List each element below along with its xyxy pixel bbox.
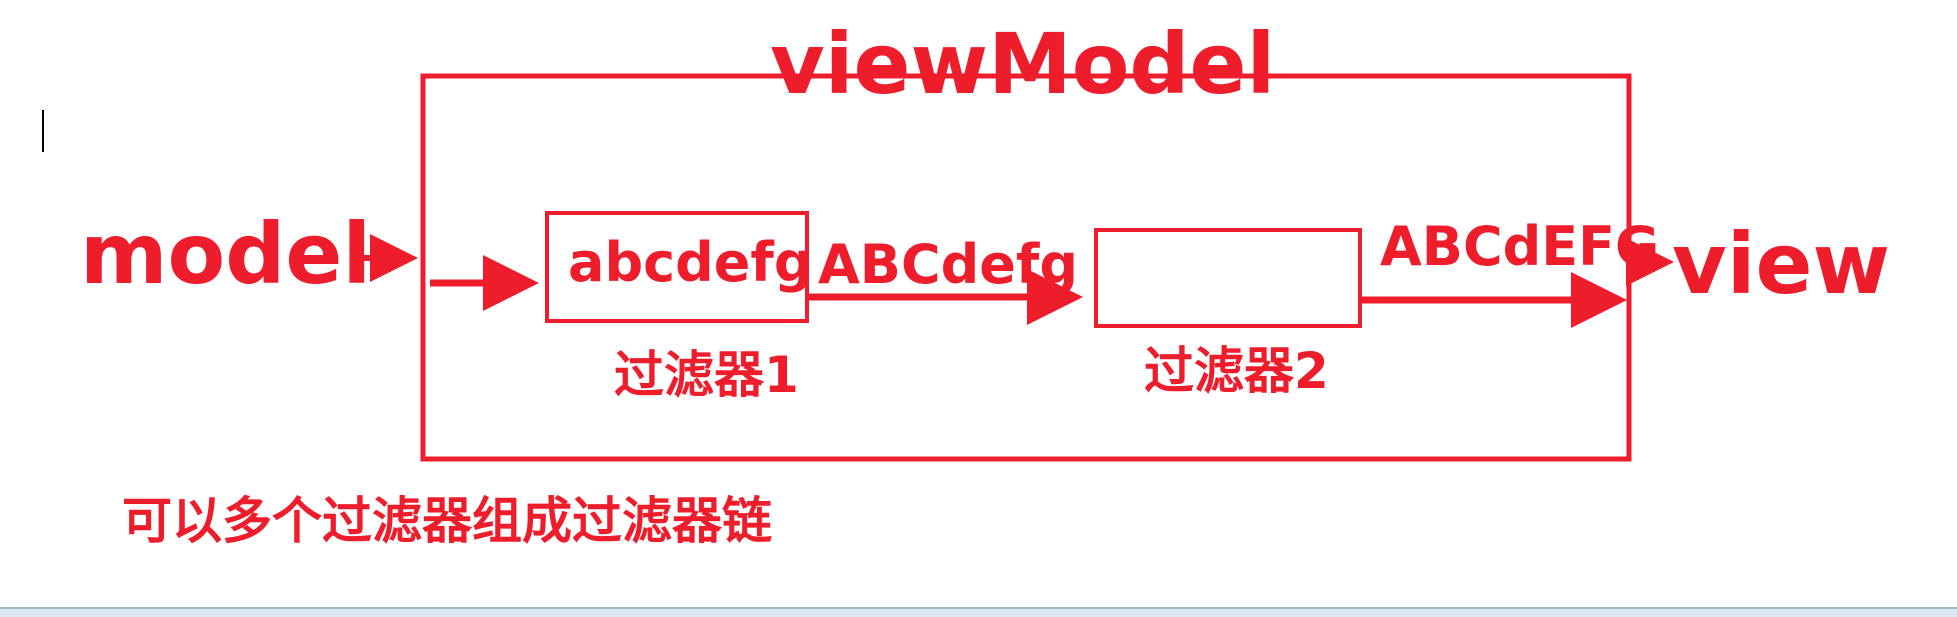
filter1-caption: 过滤器1 [614,346,799,404]
diagram-canvas: viewModel model view abcdefg 过滤器1 过滤器2 A… [0,0,1957,617]
view-label: view [1672,215,1891,313]
filter1-content: abcdefg [568,231,813,294]
filter2-box [1094,228,1362,328]
filter2-caption: 过滤器2 [1144,342,1329,400]
bottom-status-strip [0,607,1957,617]
edge-label-after-filter2: ABCdEFG [1380,215,1660,278]
edge-label-after-filter1: ABCdefg [818,233,1079,296]
filter-chain-note: 可以多个过滤器组成过滤器链 [122,492,772,550]
viewmodel-title: viewModel [770,15,1276,113]
model-label: model [80,205,372,303]
text-cursor [42,110,44,152]
